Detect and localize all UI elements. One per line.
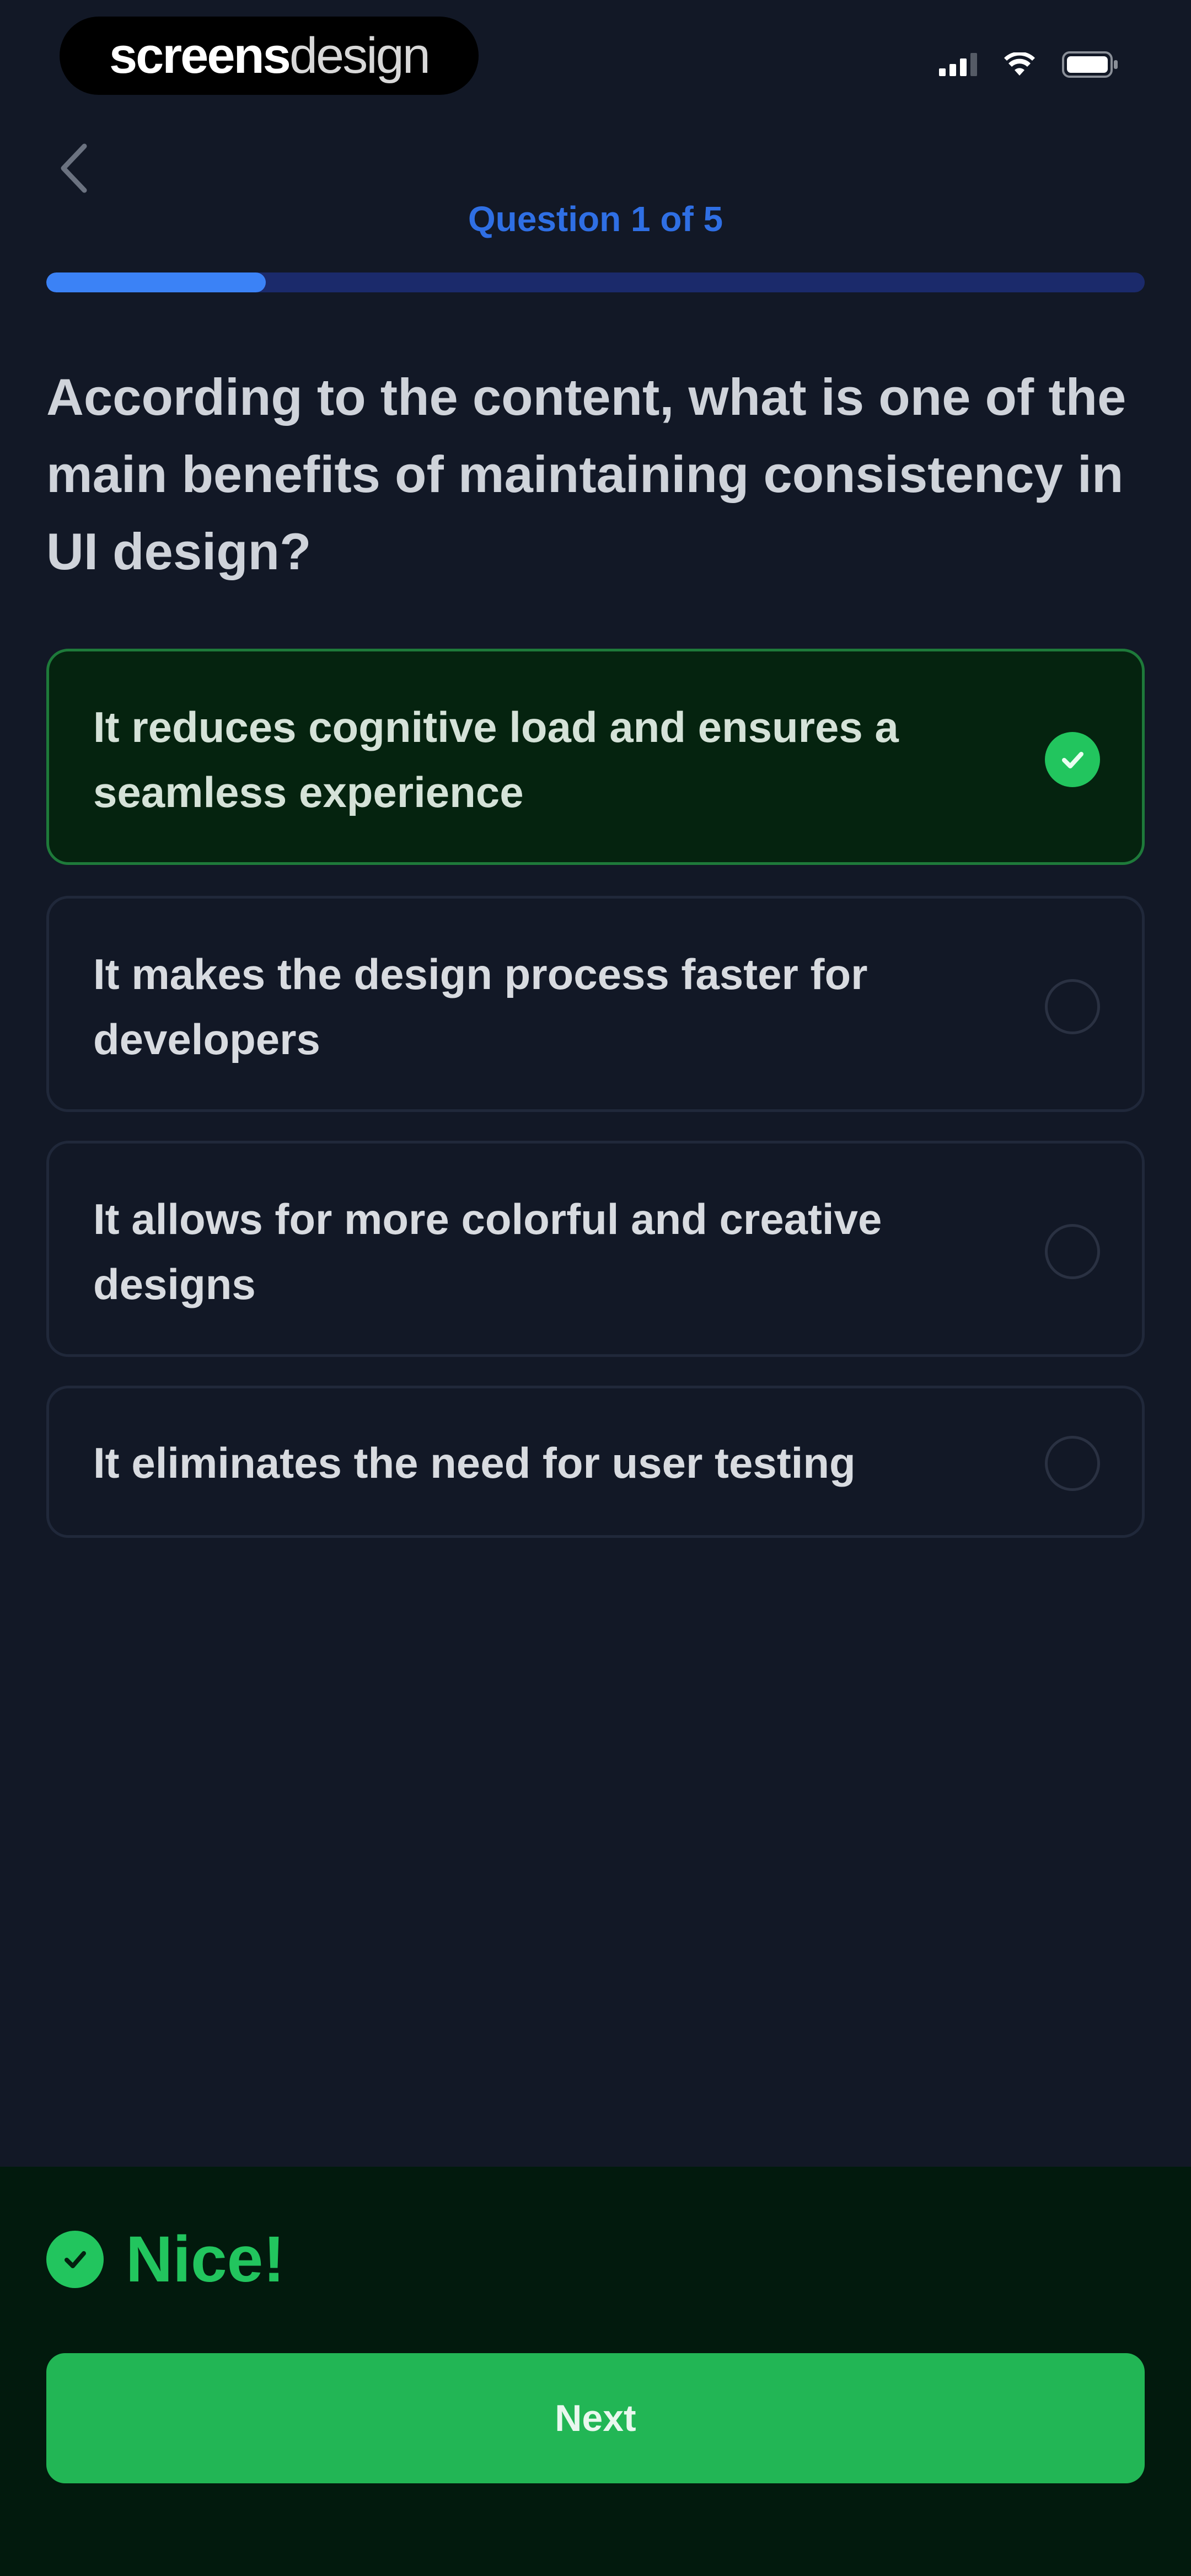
back-button[interactable]: [50, 138, 99, 199]
wifi-icon: [1004, 52, 1035, 76]
answer-option-label: It reduces cognitive load and ensures a …: [93, 703, 899, 816]
answer-option-1[interactable]: It reduces cognitive load and ensures a …: [46, 649, 1145, 865]
cellular-signal-icon: [939, 53, 977, 76]
feedback-text: Nice!: [126, 2223, 285, 2296]
answer-option-3[interactable]: It allows for more colorful and creative…: [46, 1141, 1145, 1357]
chevron-left-icon: [61, 143, 87, 193]
status-icons: [939, 51, 1119, 78]
radio-checked-icon: [1045, 732, 1100, 787]
brand-wordmark-bold: screens: [109, 27, 291, 84]
question-counter: Question 1 of 5: [468, 199, 723, 239]
brand-logo: screensdesign: [60, 17, 479, 95]
feedback-panel: Nice! Next: [0, 2167, 1191, 2576]
answer-option-2[interactable]: It makes the design process faster for d…: [46, 896, 1145, 1112]
radio-empty-icon: [1045, 1224, 1100, 1279]
brand-wordmark: screensdesign: [109, 27, 431, 85]
question-text: According to the content, what is one of…: [46, 368, 1126, 580]
answer-option-4[interactable]: It eliminates the need for user testing: [46, 1386, 1145, 1538]
answer-option-label: It allows for more colorful and creative…: [93, 1195, 882, 1308]
quiz-screen: screensdesign Question 1 of 5 According …: [0, 0, 1191, 2576]
status-bar: screensdesign: [0, 0, 1191, 127]
answer-option-label: It makes the design process faster for d…: [93, 950, 868, 1063]
check-circle-icon: [46, 2231, 104, 2288]
progress-fill: [46, 272, 266, 292]
progress-bar: [46, 272, 1145, 292]
radio-empty-icon: [1045, 979, 1100, 1034]
next-button[interactable]: Next: [46, 2353, 1145, 2483]
radio-empty-icon: [1045, 1436, 1100, 1491]
answer-option-label: It eliminates the need for user testing: [93, 1439, 856, 1487]
brand-wordmark-light: design: [289, 27, 431, 84]
feedback-message: Nice!: [46, 2222, 285, 2297]
battery-icon: [1062, 51, 1118, 78]
